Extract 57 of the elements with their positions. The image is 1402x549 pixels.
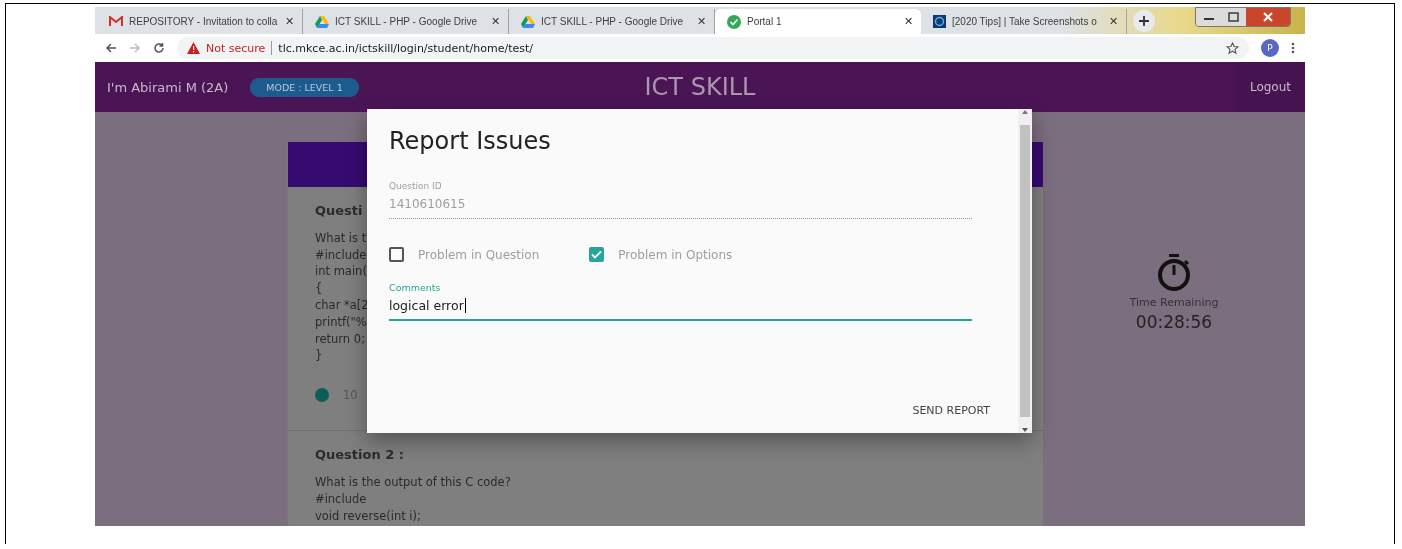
question-heading: Question 2 : [315, 447, 404, 464]
code-line: #include [315, 246, 367, 264]
back-icon[interactable] [105, 42, 117, 54]
mail-icon [109, 16, 123, 27]
close-tab-button[interactable]: ✕ [904, 15, 913, 28]
url-text: tlc.mkce.ac.in/ictskill/login/student/home/test/ [278, 41, 535, 55]
maximize-icon[interactable] [1222, 8, 1246, 26]
new-tab-button[interactable] [1133, 10, 1155, 32]
checkbox-label: Problem in Options [618, 247, 733, 262]
drive-icon [315, 15, 329, 28]
minimize-icon[interactable] [1196, 8, 1222, 26]
code-line: char *a[2 [315, 297, 369, 314]
code-line: } [315, 347, 323, 365]
send-report-button[interactable]: SEND REPORT [906, 400, 996, 421]
code-line: void reverse(int i); [315, 507, 421, 525]
checkbox-label: Problem in Question [418, 247, 540, 262]
close-tab-button[interactable]: ✕ [491, 15, 500, 28]
checkbox[interactable] [589, 247, 605, 262]
code-line: #include [315, 490, 367, 508]
security-label: Not secure [206, 41, 266, 55]
star-icon[interactable] [1226, 41, 1239, 55]
warning-icon [187, 42, 200, 54]
timer-label: Time Remaining [1129, 296, 1219, 309]
app-title: ICT SKILL [644, 73, 756, 101]
reload-icon[interactable] [153, 42, 165, 54]
check-circle-icon [727, 14, 741, 29]
mode-badge: MODE : LEVEL 1 [250, 77, 359, 97]
profile-avatar[interactable]: P [1261, 39, 1279, 57]
close-tab-button[interactable]: ✕ [697, 15, 706, 28]
scroll-up-icon[interactable] [1021, 109, 1029, 115]
scrollbar[interactable] [1018, 109, 1032, 433]
scroll-down-icon[interactable] [1021, 427, 1029, 433]
browser-tab[interactable]: Portal 1 ✕ [715, 9, 921, 34]
code-line: What is the output of this C code? [315, 473, 511, 491]
user-name: I'm Abirami M (2A) [107, 79, 229, 95]
field-label: Comments [389, 282, 442, 293]
plus-icon [1139, 16, 1149, 26]
comments-field[interactable]: logical error [389, 293, 972, 321]
question-heading: Questi [315, 203, 363, 220]
site-logo-icon [933, 15, 946, 28]
address-bar[interactable]: Not secure tlc.mkce.ac.in/ictskill/login/student/home/test/ [177, 37, 1249, 59]
code-line: return 0; [315, 330, 365, 348]
drive-icon [521, 15, 535, 28]
code-line: int main( [315, 263, 367, 281]
option-radio[interactable] [315, 388, 329, 403]
menu-icon[interactable] [1291, 42, 1295, 54]
timer-value: 00:28:56 [1135, 312, 1213, 332]
dialog-title: Report Issues [389, 127, 552, 155]
close-icon[interactable] [1246, 8, 1290, 26]
code-line: What is t [315, 229, 367, 247]
close-tab-button[interactable]: ✕ [285, 15, 294, 28]
code-line: printf("% [315, 313, 367, 331]
code-line: { [315, 280, 323, 297]
close-tab-button[interactable]: ✕ [1109, 15, 1118, 28]
field-label: Question ID [389, 181, 443, 191]
checkbox[interactable] [389, 247, 404, 262]
logout-button[interactable]: Logout [1235, 62, 1305, 112]
